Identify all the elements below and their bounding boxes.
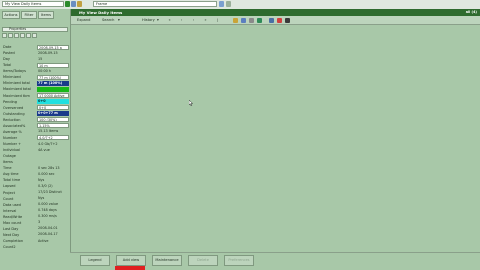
property-value[interactable]: 0+0 (37, 99, 69, 105)
copy-icon[interactable] (14, 33, 19, 38)
property-value[interactable]: 0.3/0 (2) (37, 184, 69, 189)
search-field[interactable]: Frame (93, 1, 217, 7)
folder-open-icon[interactable] (233, 18, 238, 23)
settings-icon[interactable] (269, 18, 274, 23)
history-button[interactable]: History (142, 16, 155, 25)
separator-icon: | (216, 18, 219, 22)
property-value[interactable]: 0 sec 28s 13 (37, 166, 69, 171)
property-value[interactable]: 15 (37, 57, 69, 62)
top-bar: My View Daily Items Frame (0, 0, 480, 9)
window-toolbar: Expand Search ▾ History ▾ « ‹ › » | (71, 16, 480, 25)
property-row[interactable]: Count2 (2, 244, 68, 250)
next-icon[interactable]: › (191, 18, 196, 23)
home-icon[interactable] (71, 1, 76, 7)
search-icon[interactable] (219, 1, 224, 7)
property-value[interactable]: 15.13 Items (37, 129, 69, 134)
property-value[interactable]: 2008-04-17 (37, 232, 69, 237)
property-value[interactable]: 3 (37, 220, 69, 225)
property-value[interactable]: 2008-09-15 (37, 51, 69, 56)
property-value[interactable]: 4A vue (37, 148, 69, 153)
property-value[interactable]: 2008-04-01 (37, 226, 69, 231)
property-value[interactable]: 0+0 (37, 105, 69, 111)
property-value[interactable]: 0.000 value (37, 202, 69, 207)
add-view-button[interactable]: Add view (116, 255, 146, 266)
property-value[interactable]: 100 (30%) (37, 117, 69, 123)
window-count: all (4) (465, 10, 477, 14)
property-value[interactable]: 77 m (100%) (37, 80, 69, 86)
binoculars-icon[interactable] (285, 18, 290, 23)
property-value[interactable]: 17/23 Distinct (37, 190, 69, 195)
property-value[interactable]: 1T 0000 Active (37, 93, 69, 98)
first-icon[interactable]: « (167, 18, 172, 23)
property-value[interactable] (37, 154, 69, 159)
window-title-bar[interactable]: My View Daily Items all (4) (71, 9, 480, 16)
property-value[interactable]: 10 m (37, 62, 69, 68)
stop-icon[interactable] (277, 18, 282, 23)
property-value[interactable]: 2008-09-15 a (37, 44, 69, 50)
maintenance-button[interactable]: Maintenance (152, 255, 182, 266)
property-value[interactable] (37, 245, 69, 250)
property-value[interactable]: Nys (37, 196, 69, 201)
path-field[interactable]: My View Daily Items (2, 1, 64, 7)
preferences-button[interactable]: Preferences (224, 255, 254, 266)
property-value[interactable]: 0.000 sec (37, 172, 69, 177)
print-icon[interactable] (249, 18, 254, 23)
search-button[interactable]: Search (102, 16, 114, 25)
property-value[interactable] (37, 86, 69, 92)
previous-icon[interactable]: ‹ (179, 18, 184, 23)
tab-actions[interactable]: Actions (2, 11, 20, 19)
go-icon[interactable] (65, 1, 70, 7)
property-value[interactable]: 0+0+77 m (37, 111, 69, 117)
status-indicator (115, 266, 145, 270)
properties-header[interactable]: Properties (2, 27, 68, 32)
paste-icon[interactable] (20, 33, 25, 38)
property-value[interactable]: Nys (37, 178, 69, 183)
window-title: My View Daily Items (79, 10, 123, 15)
property-value[interactable]: 4.0 Gb/7+2 (37, 142, 69, 147)
properties-list: Date 2008-09-15 a Posted 2008-09-15 Day 15 Tot… (2, 44, 69, 250)
left-panel: Actions Filter Items Properties Date 2008… (0, 9, 70, 270)
last-icon[interactable]: » (203, 18, 208, 23)
main-window: My View Daily Items all (4) Expand Searc… (70, 9, 480, 270)
filter-icon[interactable] (32, 33, 37, 38)
mouse-pointer-icon (189, 100, 193, 106)
folder-icon[interactable] (77, 1, 82, 7)
delete-button[interactable]: Delete (188, 255, 218, 266)
property-value[interactable]: 0.748 days (37, 208, 69, 213)
property-value[interactable]: Active (37, 239, 69, 244)
property-value[interactable]: 77 m (100%) (37, 74, 69, 80)
property-value[interactable]: 1.15% (37, 123, 69, 129)
property-value[interactable] (37, 160, 69, 165)
properties-toolbar (2, 33, 68, 39)
property-value[interactable]: 0.300 ms/s (37, 214, 69, 219)
tab-filter[interactable]: Filter (21, 11, 37, 19)
tab-items[interactable]: Items (38, 11, 54, 19)
new-icon[interactable] (2, 33, 7, 38)
history-dropdown-icon[interactable]: ▾ (157, 16, 159, 25)
options-icon[interactable] (226, 1, 231, 7)
property-label: Count2 (3, 245, 16, 250)
delete-icon[interactable] (26, 33, 31, 38)
expand-button[interactable]: Expand (77, 16, 90, 25)
chevron-down-icon[interactable]: ▾ (118, 16, 120, 25)
property-value[interactable]: 00:00 h (37, 69, 69, 74)
properties-title: Properties (9, 27, 27, 31)
property-value[interactable]: 4.0/7+2 (37, 135, 69, 141)
refresh-icon[interactable] (257, 18, 262, 23)
legend-button[interactable]: Legend (80, 255, 110, 266)
save-icon[interactable] (241, 18, 246, 23)
edit-icon[interactable] (8, 33, 13, 38)
